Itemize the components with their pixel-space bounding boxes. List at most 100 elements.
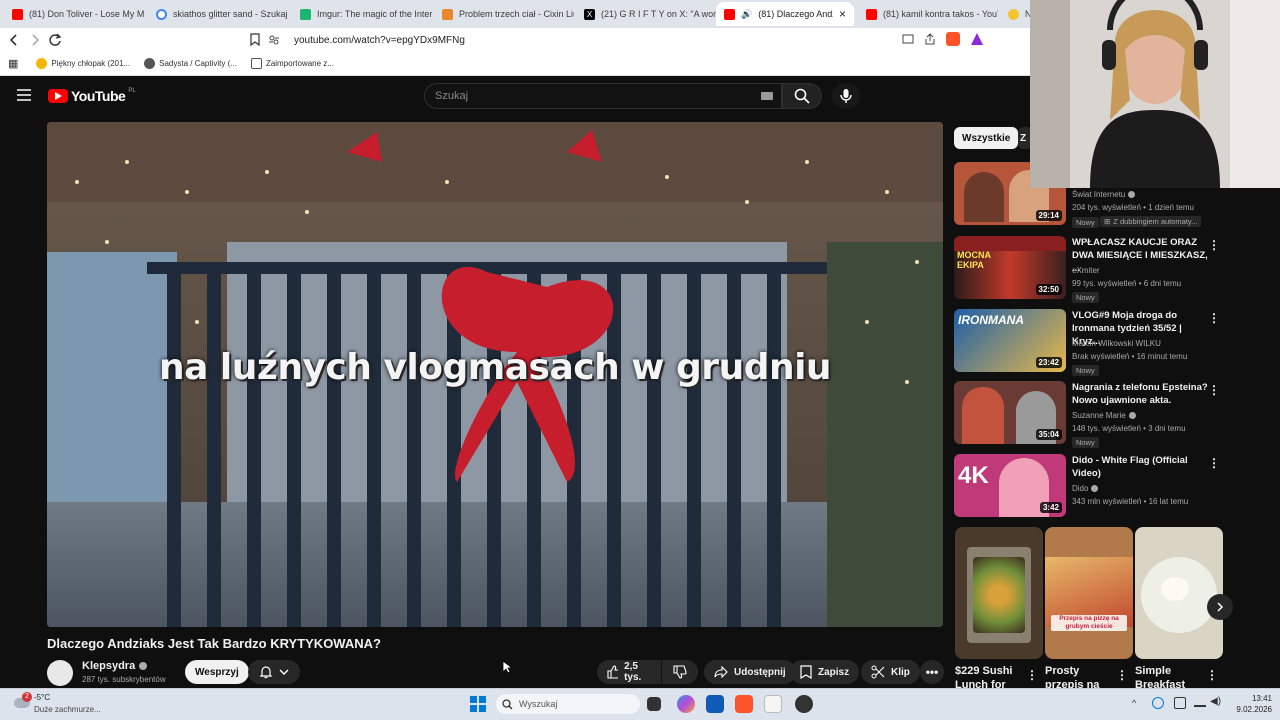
share-icon[interactable]: [924, 33, 936, 45]
browser-tab[interactable]: (81) kamil kontra takos - YouTu: [858, 2, 998, 26]
more-vertical-icon[interactable]: ⋮: [1026, 668, 1038, 682]
windows-taskbar: [0, 688, 1280, 720]
new-badge: Nowy: [1072, 217, 1099, 228]
search-input[interactable]: Szukaj: [424, 83, 782, 109]
browser-tab-active[interactable]: 🔊(81) Dlaczego Andziak×: [716, 2, 854, 26]
video-player[interactable]: na luźnych vlogmasach w grudniu: [47, 122, 943, 627]
video-thumbnail[interactable]: MOCNA EKIPA 32:50: [954, 236, 1066, 299]
brave-rewards-icon[interactable]: [970, 32, 984, 46]
onedrive-icon[interactable]: [1152, 697, 1164, 709]
short-thumbnail[interactable]: Przepis na pizzę na grubym cieście: [1045, 527, 1133, 659]
folder-icon: [250, 58, 262, 69]
apps-grid-icon[interactable]: ▦: [8, 57, 18, 70]
chevron-down-icon: [279, 669, 289, 675]
windows-start-icon[interactable]: [470, 696, 486, 712]
address-bar[interactable]: youtube.com/watch?v=epgYDx9MFNg: [268, 30, 988, 50]
chevron-right-icon: [1217, 602, 1224, 612]
store-icon[interactable]: [706, 695, 724, 713]
bell-icon: [259, 666, 273, 679]
short-thumbnail[interactable]: [955, 527, 1043, 659]
keyboard-icon[interactable]: [761, 92, 773, 100]
browser-tab[interactable]: (81) Don Toliver - Lose My Mi: [4, 2, 144, 26]
video-title: Dlaczego Andziaks Jest Tak Bardzo KRYTYK…: [47, 636, 381, 651]
dislike-button[interactable]: [662, 660, 698, 684]
browser-tab[interactable]: skiathos glitter sand - Szukaj w: [148, 2, 288, 26]
scissors-icon: [871, 665, 885, 679]
system-clock[interactable]: 13:41 9.02.2026: [1232, 693, 1272, 715]
more-vertical-icon[interactable]: ⋮: [1208, 238, 1220, 252]
site-info-icon[interactable]: [268, 34, 280, 46]
wifi-icon[interactable]: [1194, 697, 1206, 707]
x-icon: X: [584, 8, 595, 20]
copilot-icon[interactable]: [677, 695, 695, 713]
task-view-icon[interactable]: [647, 697, 661, 711]
youtube-logo[interactable]: YouTube PL: [48, 88, 136, 104]
more-vertical-icon[interactable]: ⋮: [1208, 311, 1220, 325]
video-thumbnail[interactable]: 35:04: [954, 381, 1066, 444]
book-icon: [442, 8, 453, 20]
browser-tab[interactable]: Imgur: The magic of the Intern: [292, 2, 432, 26]
chip-all[interactable]: Wszystkie: [954, 127, 1019, 149]
recommended-video[interactable]: 4K 3:42 Dido - White Flag (Official Vide…: [954, 454, 1224, 518]
webcam-overlay: [1030, 0, 1280, 188]
browser-tab[interactable]: Problem trzech ciał - Cixin Liu: [434, 2, 574, 26]
clock-time: 13:41: [1251, 694, 1272, 703]
menu-icon[interactable]: [17, 89, 31, 101]
bookmark-icon[interactable]: [250, 33, 260, 46]
weather-widget[interactable]: 2: [12, 692, 34, 714]
new-badge: Nowy: [1072, 292, 1099, 303]
close-tab-icon[interactable]: ×: [839, 7, 846, 21]
verified-icon: [1091, 485, 1099, 492]
forward-icon[interactable]: [29, 34, 41, 46]
channel-name: Suzanne Marie: [1072, 411, 1126, 420]
channel-avatar[interactable]: [47, 660, 73, 686]
video-stats: 204 tys. wyświetleń • 1 dzień temu: [1072, 203, 1194, 212]
clip-button[interactable]: Klip: [861, 660, 920, 684]
bookmark-item[interactable]: Sadysta / Captivity (...: [144, 58, 237, 69]
video-duration: 29:14: [1035, 210, 1062, 221]
cast-icon[interactable]: [902, 34, 914, 44]
recommended-video[interactable]: 35:04 Nagrania z telefonu Epsteina? Nowo…: [954, 381, 1224, 448]
bookmark-folder[interactable]: Zaimportowane z...: [250, 58, 334, 69]
verified-icon: [139, 662, 148, 670]
search-button[interactable]: [782, 83, 822, 109]
youtube-icon: [866, 8, 877, 20]
recommended-video[interactable]: MOCNA EKIPA 32:50 WPŁACASZ KAUCJE ORAZ D…: [954, 236, 1224, 303]
video-thumbnail[interactable]: 4K 3:42: [954, 454, 1066, 517]
url-text: youtube.com/watch?v=epgYDx9MFNg: [294, 34, 465, 46]
more-vertical-icon[interactable]: ⋮: [1206, 668, 1218, 682]
share-button[interactable]: Udostępnij: [704, 660, 796, 684]
subscription-bell-button[interactable]: [248, 660, 300, 684]
like-button[interactable]: 2,5 tys.: [597, 660, 661, 684]
channel-name[interactable]: Klepsydra: [82, 660, 135, 672]
shorts-next-button[interactable]: [1207, 594, 1233, 620]
browser-tab[interactable]: X (21) G R I F T Y on X: "A woma: [576, 2, 716, 26]
brave-shield-icon[interactable]: [946, 32, 960, 46]
video-stats: Brak wyświetleń • 16 minut temu: [1072, 352, 1188, 361]
bookmark-item[interactable]: Piękny chłopak (201...: [36, 58, 130, 69]
back-icon[interactable]: [8, 34, 20, 46]
more-vertical-icon[interactable]: ⋮: [1116, 668, 1128, 682]
voice-search-button[interactable]: [832, 83, 860, 109]
save-button[interactable]: Zapisz: [790, 660, 860, 684]
reload-icon[interactable]: [48, 33, 62, 47]
more-actions-button[interactable]: •••: [920, 660, 944, 684]
tray-app-icon[interactable]: [1174, 697, 1186, 709]
app-icon[interactable]: [764, 695, 782, 713]
short-thumbnail[interactable]: [1135, 527, 1223, 659]
channel-name: Marcin Wilkowski WILKU: [1072, 339, 1161, 348]
new-badge: Nowy: [1072, 437, 1099, 448]
browser-tab[interactable]: N: [1000, 2, 1030, 26]
weather-temp: -5°C: [34, 693, 51, 702]
obs-icon[interactable]: [795, 695, 813, 713]
verified-icon: [1128, 412, 1136, 419]
brave-browser-icon[interactable]: [735, 695, 753, 713]
volume-icon[interactable]: ◀): [1210, 696, 1221, 707]
chevron-up-icon[interactable]: ^: [1132, 698, 1136, 708]
support-button[interactable]: Wesprzyj: [185, 660, 249, 684]
video-thumbnail[interactable]: IRONMANA 23:42: [954, 309, 1066, 372]
more-vertical-icon[interactable]: ⋮: [1208, 456, 1220, 470]
more-vertical-icon[interactable]: ⋮: [1208, 383, 1220, 397]
recommended-video[interactable]: IRONMANA 23:42 VLOG#9 Moja droga do Iron…: [954, 309, 1224, 376]
taskbar-search[interactable]: Wyszukaj: [496, 694, 640, 714]
